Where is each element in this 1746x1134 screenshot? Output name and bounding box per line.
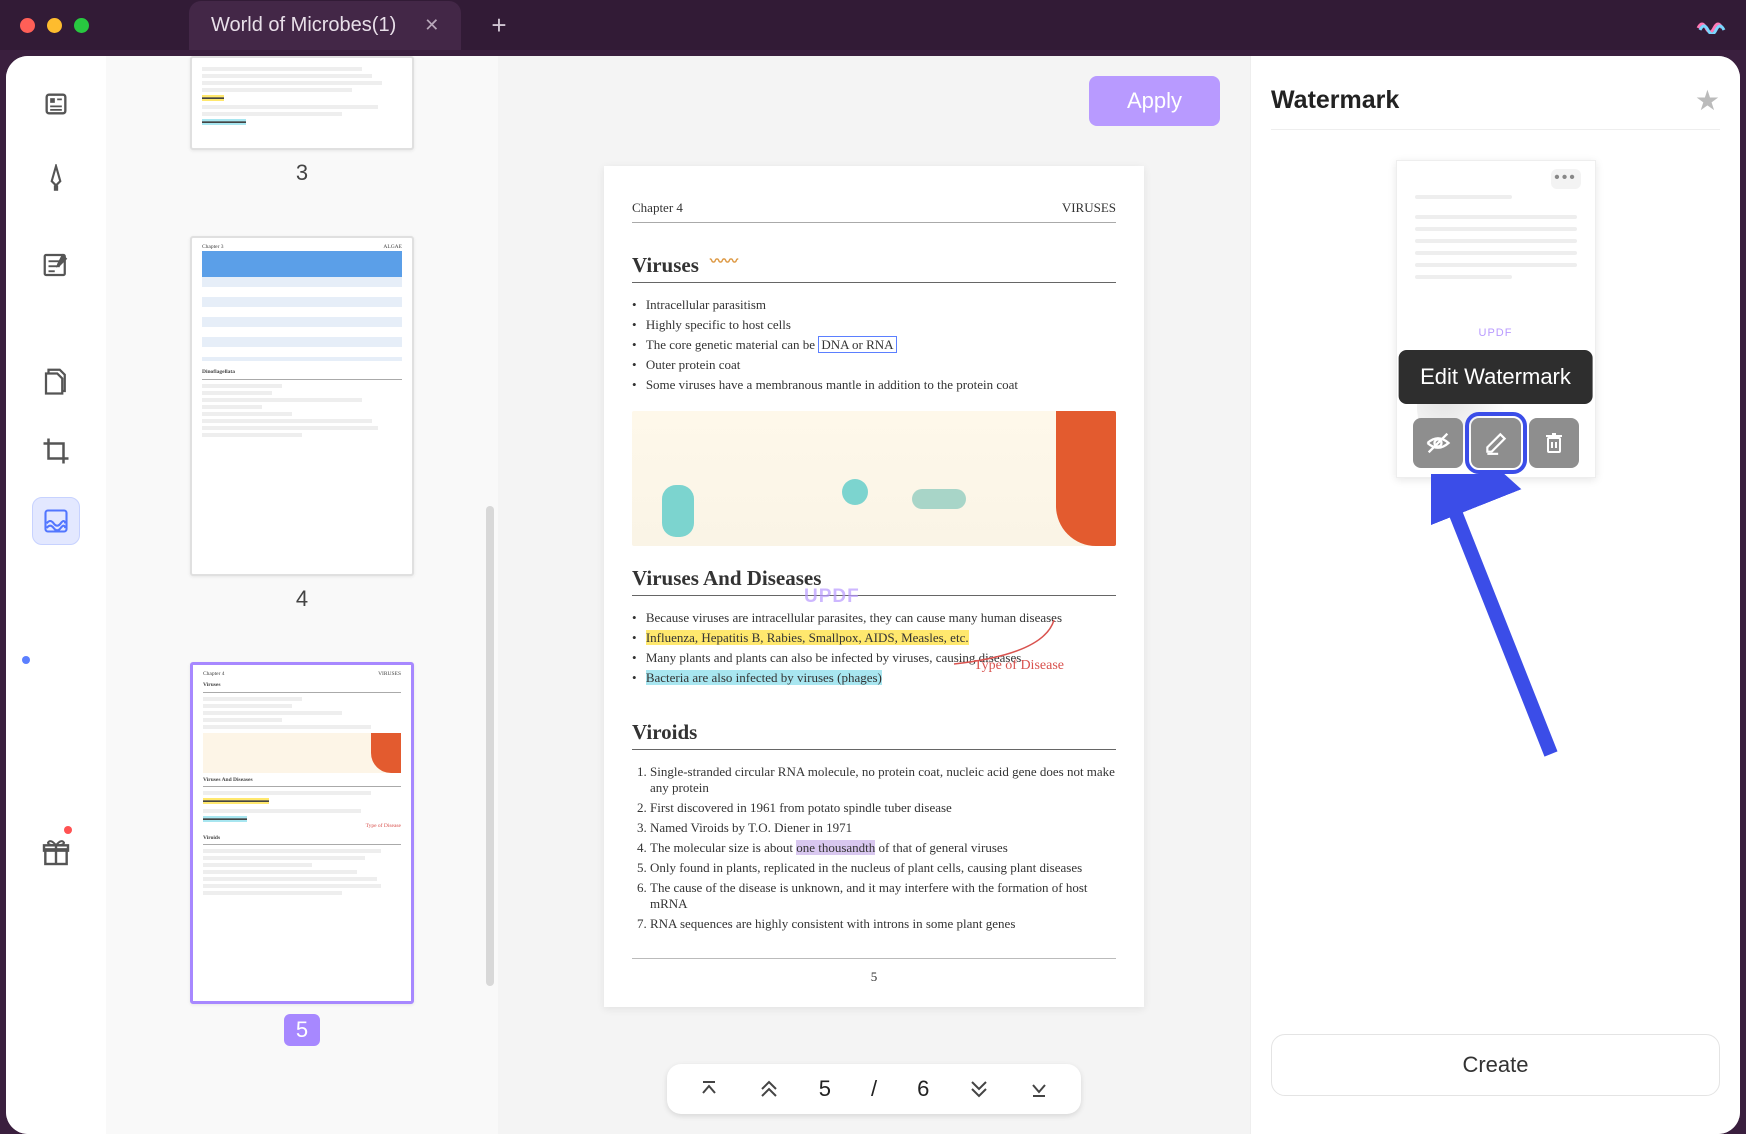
edit-watermark-tooltip: Edit Watermark xyxy=(1398,350,1593,404)
more-options-button[interactable]: ••• xyxy=(1551,169,1581,189)
dna-rna-box: DNA or RNA xyxy=(818,336,896,353)
document-page: Chapter 4 VIRUSES Viruses 〰〰 Intracellul… xyxy=(604,166,1144,1007)
thumbnail-number-5: 5 xyxy=(284,1014,320,1046)
hide-watermark-button[interactable] xyxy=(1413,418,1463,468)
close-tab-button[interactable]: ✕ xyxy=(424,15,439,36)
edit-text-tool[interactable] xyxy=(32,241,80,289)
page-navigator: 5 / 6 xyxy=(667,1064,1082,1114)
current-page[interactable]: 5 xyxy=(819,1076,831,1102)
delete-watermark-button[interactable] xyxy=(1529,418,1579,468)
heading-viroids: Viroids xyxy=(632,720,1116,750)
watermark-tool[interactable] xyxy=(32,497,80,545)
bacteria-highlight: Bacteria are also infected by viruses (p… xyxy=(646,670,882,685)
maximize-window-button[interactable] xyxy=(74,18,89,33)
heading-diseases: Viruses And Diseases xyxy=(632,566,1116,596)
thumbnail-number-3: 3 xyxy=(296,160,308,186)
new-tab-button[interactable]: + xyxy=(491,10,506,41)
total-pages: 6 xyxy=(917,1076,929,1102)
watermark-panel: Watermark ★ ••• UPDF Edit Watermark xyxy=(1250,56,1740,1134)
type-of-disease-annotation: Type of Disease xyxy=(974,658,1064,674)
tab-title: World of Microbes(1) xyxy=(211,14,396,37)
thousandth-highlight: one thousandth xyxy=(796,840,875,855)
watermark-preview-label: UPDF xyxy=(1397,327,1595,339)
reader-tool[interactable] xyxy=(32,80,80,128)
thumbnail-page-5[interactable]: Chapter 4VIRUSES Viruses Viruses And Dis… xyxy=(190,662,414,1004)
active-tool-indicator xyxy=(22,656,30,664)
diseases-highlight: Influenza, Hepatitis B, Rabies, Smallpox… xyxy=(646,630,969,645)
viroids-ordered-list: Single-stranded circular RNA molecule, n… xyxy=(632,764,1116,932)
close-window-button[interactable] xyxy=(20,18,35,33)
thumbnail-page-4[interactable]: Chapter 3ALGAE Dinoflagellata xyxy=(190,236,414,576)
organize-pages-tool[interactable] xyxy=(32,357,80,405)
notification-dot xyxy=(64,826,72,834)
traffic-lights xyxy=(20,18,89,33)
squiggle-annotation: 〰〰 xyxy=(710,251,738,271)
viruses-bullet-list: Intracellular parasitism Highly specific… xyxy=(632,297,1116,393)
document-viewer[interactable]: Apply Chapter 4 VIRUSES Viruses 〰〰 Intra… xyxy=(498,56,1250,1134)
heading-viruses: Viruses 〰〰 xyxy=(632,253,1116,283)
document-tab[interactable]: World of Microbes(1) ✕ xyxy=(189,1,461,50)
create-watermark-button[interactable]: Create xyxy=(1271,1034,1720,1096)
apply-button[interactable]: Apply xyxy=(1089,76,1220,126)
thumbnail-pane[interactable]: ▬▬▬▬ ▬▬▬▬▬▬▬▬ 3 Chapter 3ALGAE Dinoflage… xyxy=(106,56,498,1134)
thumbnail-number-4: 4 xyxy=(296,586,308,612)
highlighter-tool[interactable] xyxy=(32,155,80,203)
titlebar: World of Microbes(1) ✕ + xyxy=(0,0,1746,50)
next-page-button[interactable] xyxy=(969,1079,989,1099)
virus-infographic xyxy=(632,411,1116,546)
page-number: 5 xyxy=(632,958,1116,985)
thumbnail-page-3[interactable]: ▬▬▬▬ ▬▬▬▬▬▬▬▬ xyxy=(190,56,414,150)
favorite-button[interactable]: ★ xyxy=(1695,84,1720,117)
chapter-label: Chapter 4 xyxy=(632,200,683,216)
page-watermark: UPDF xyxy=(804,586,860,608)
last-page-button[interactable] xyxy=(1029,1079,1049,1099)
prev-page-button[interactable] xyxy=(759,1079,779,1099)
first-page-button[interactable] xyxy=(699,1079,719,1099)
app-logo-icon xyxy=(1696,16,1726,34)
page-separator: / xyxy=(871,1076,877,1102)
crop-tool[interactable] xyxy=(32,427,80,475)
minimize-window-button[interactable] xyxy=(47,18,62,33)
chapter-topic: VIRUSES xyxy=(1062,200,1116,216)
left-tool-rail xyxy=(6,56,106,1134)
tutorial-arrow xyxy=(1431,474,1571,774)
gift-button[interactable] xyxy=(32,828,80,876)
panel-title: Watermark xyxy=(1271,86,1399,115)
panel-divider xyxy=(1271,129,1720,130)
thumbnail-scrollbar[interactable] xyxy=(486,506,494,986)
app-frame: ▬▬▬▬ ▬▬▬▬▬▬▬▬ 3 Chapter 3ALGAE Dinoflage… xyxy=(6,56,1740,1134)
edit-watermark-button[interactable] xyxy=(1471,418,1521,468)
